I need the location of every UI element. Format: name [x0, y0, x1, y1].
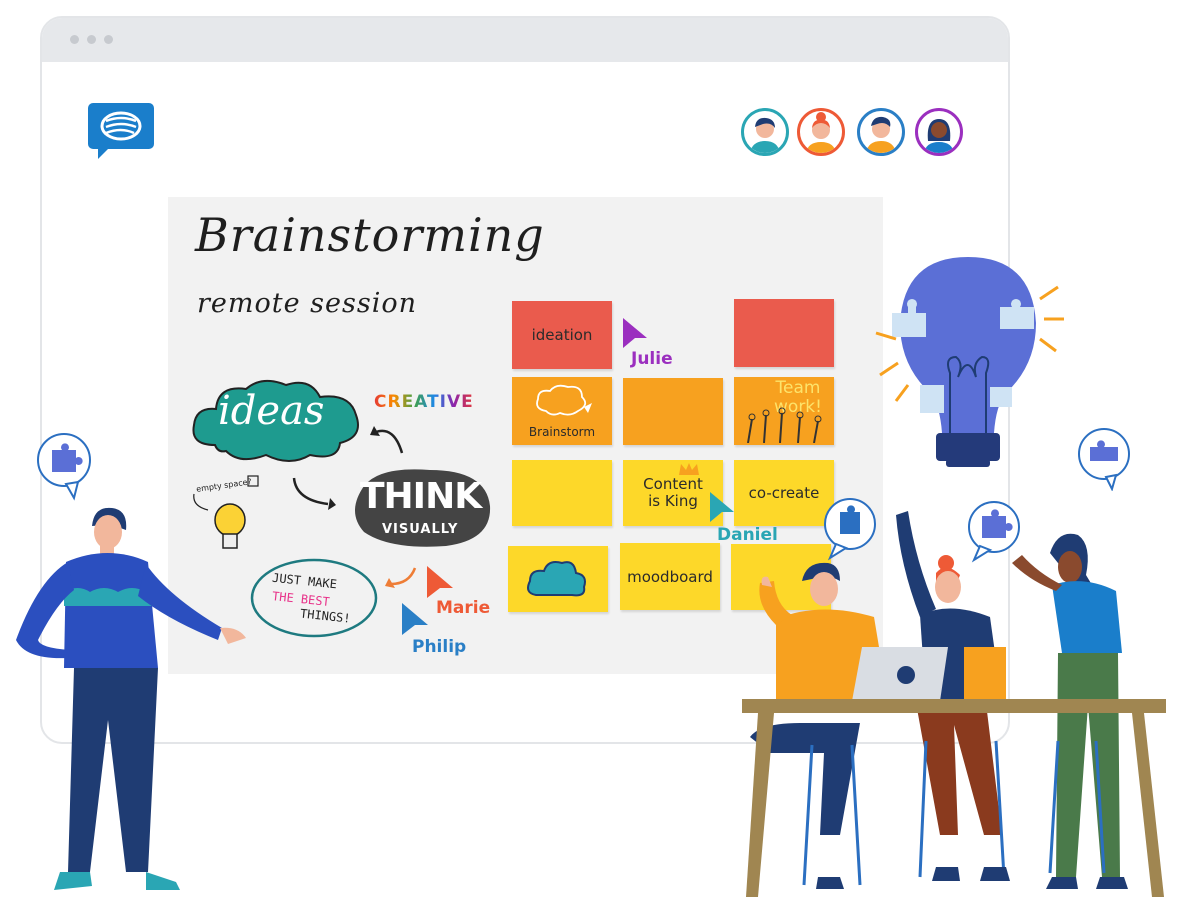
participant-avatar[interactable]	[915, 108, 963, 156]
puzzle-speech-bubble	[36, 432, 94, 502]
crown-icon	[679, 463, 699, 475]
participant-avatar[interactable]	[741, 108, 789, 156]
cursor-icon	[623, 318, 647, 348]
think-label: THINK	[360, 476, 482, 517]
cursor-label-philip: Philip	[412, 637, 467, 657]
cursor-icon	[427, 566, 453, 598]
participant-avatar[interactable]	[797, 108, 845, 156]
chat-logo-icon[interactable]	[86, 103, 156, 163]
sticky-note[interactable]: moodboard	[620, 543, 720, 610]
sticky-note[interactable]	[512, 460, 612, 526]
sticky-note[interactable]	[623, 378, 723, 445]
visually-label: VISUALLY	[382, 522, 459, 537]
sticky-note[interactable]	[734, 299, 834, 367]
sticky-note[interactable]: Team work!	[734, 377, 834, 445]
window-dot[interactable]	[87, 35, 96, 44]
team-illustration	[742, 511, 1166, 897]
puzzle-speech-bubble	[1076, 427, 1132, 492]
cursor-label-marie: Marie	[436, 598, 491, 618]
cursor-icon	[710, 492, 734, 522]
cursor-label-julie: Julie	[631, 349, 673, 369]
orange-arrow-doodle	[385, 567, 417, 588]
cursor-icon	[402, 603, 428, 635]
window-dot[interactable]	[70, 35, 79, 44]
brainstorm-label: Brainstorm	[528, 425, 596, 439]
creative-label: CREATIVE	[374, 392, 474, 412]
lightbulb-icon	[875, 257, 1064, 467]
brain-icon	[536, 384, 592, 416]
team-hands-icon	[747, 407, 822, 443]
sticky-note[interactable]: Brainstorm	[512, 377, 612, 445]
sticky-note[interactable]: ideation	[512, 301, 612, 369]
window-titlebar	[42, 18, 1008, 62]
participant-avatar[interactable]	[857, 108, 905, 156]
board-title: Brainstorming	[195, 208, 545, 262]
presenter-illustration	[16, 507, 246, 890]
window-dot[interactable]	[104, 35, 113, 44]
sticky-note[interactable]	[508, 546, 608, 612]
content-is-king-label: Content is King	[643, 475, 703, 510]
board-subtitle: remote session	[197, 288, 417, 319]
cloud-icon	[527, 561, 586, 597]
